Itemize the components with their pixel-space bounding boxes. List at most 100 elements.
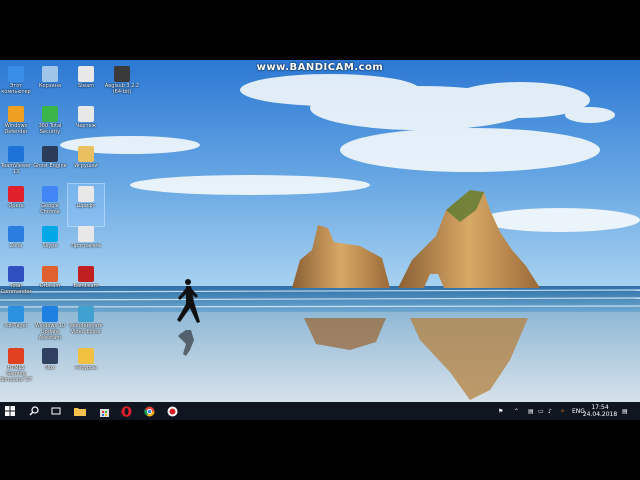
- desktop-icon[interactable]: Orbitum: [32, 264, 68, 306]
- store-taskbar[interactable]: [96, 403, 112, 419]
- windows-icon: [42, 306, 58, 322]
- opera-taskbar[interactable]: [118, 403, 134, 419]
- nox-icon: [42, 348, 58, 364]
- desktop-icon-label: Ghost Engine: [33, 163, 67, 169]
- search-button[interactable]: [26, 403, 42, 419]
- desktop-icon[interactable]: Этот компьютер: [0, 64, 34, 106]
- store-icon: [99, 408, 109, 417]
- zona-icon: [8, 226, 24, 242]
- desktop-icon[interactable]: Bandicam: [68, 264, 104, 306]
- file-icon: [78, 106, 94, 122]
- desktop-icon-label: Aegisub 3.2.2 (64-bit): [104, 83, 140, 95]
- taskbar: ⚑ ⌃ ▤ ▭ ♪ ✧ ENG 17:54 24.04.2018 ▤: [0, 402, 640, 420]
- opera-icon: [121, 405, 131, 417]
- desktop-icon-label: Этот компьютер: [1, 83, 31, 95]
- app-icon: [114, 66, 130, 82]
- desktop-icon[interactable]: TeamViewer 13: [0, 144, 34, 186]
- desktop-icon-label: 360 Total Security: [38, 123, 62, 135]
- desktop-icon[interactable]: Игрушки: [68, 144, 104, 186]
- desktop-icon[interactable]: Ghost Engine: [32, 144, 68, 186]
- skype-icon: [42, 226, 58, 242]
- desktop-screen: www.BANDICAM.com Этот компьютер Корзина St…: [0, 60, 640, 420]
- folder-icon: [74, 408, 86, 416]
- desktop-icon[interactable]: 360 Total Security: [32, 104, 68, 146]
- desktop-icon[interactable]: Wondershare Video Editor: [68, 304, 104, 346]
- desktop-icon-label: Windows 10 Update Assistant: [34, 323, 66, 341]
- engine-icon: [42, 146, 58, 162]
- desktop-icon[interactable]: HTML5 Gaming Simulator 97: [0, 346, 34, 388]
- desktop-icon-label: Корзина: [38, 83, 62, 89]
- bandicam-tray-icon[interactable]: ✧: [560, 404, 565, 418]
- people-icon[interactable]: ⚑: [498, 404, 503, 418]
- bandicam-icon: [78, 266, 94, 282]
- desktop-icon-label: Total Commander: [0, 283, 32, 295]
- desktop-icon-label: PotPlayer: [4, 323, 28, 329]
- desktop-icon-label: Bandicam: [73, 283, 99, 289]
- network-icon[interactable]: ▤: [528, 404, 534, 418]
- desktop-icon[interactable]: Nox: [32, 346, 68, 388]
- bandicam-icon: [167, 406, 177, 416]
- start-button[interactable]: [2, 403, 18, 419]
- desktop-icon-label: Orbitum: [39, 283, 61, 289]
- desktop-icon-label: Opera: [8, 203, 24, 209]
- task-view-icon: [51, 407, 61, 415]
- desktop-icon-label: Google Chrome: [40, 203, 60, 215]
- file-icon: [78, 186, 94, 202]
- desktop-icon[interactable]: Ресурсы: [68, 346, 104, 388]
- opera-icon: [8, 186, 24, 202]
- shield-icon: [8, 106, 24, 122]
- potplayer-icon: [8, 306, 24, 322]
- desktop-icon[interactable]: Windows Defender: [0, 104, 34, 146]
- chrome-taskbar[interactable]: [141, 403, 157, 419]
- desktop-icon[interactable]: PotPlayer: [0, 304, 34, 346]
- recycle-bin-icon: [42, 66, 58, 82]
- resources-icon: [78, 348, 94, 364]
- desktop-icon[interactable]: Windows 10 Update Assistant: [32, 304, 68, 346]
- desktop-icon-label: Steam: [77, 83, 95, 89]
- file-icon: [78, 226, 94, 242]
- security-icon: [42, 106, 58, 122]
- desktop-icon-label: Zona: [9, 243, 23, 249]
- desktop-icon[interactable]: Чертеж: [68, 104, 104, 146]
- desktop-icon[interactable]: Zona: [0, 224, 34, 266]
- chrome-icon: [143, 406, 154, 416]
- notifications-icon[interactable]: ▤: [622, 404, 628, 418]
- folder-icon: [78, 146, 94, 162]
- computer-icon: [8, 66, 24, 82]
- editor-icon: [78, 306, 94, 322]
- desktop-icon-label: Чертеж: [75, 123, 97, 129]
- floppy-icon: [8, 266, 24, 282]
- orbitum-icon: [42, 266, 58, 282]
- desktop-icon-label: TeamViewer 13: [0, 163, 32, 175]
- explorer-taskbar[interactable]: [72, 403, 88, 419]
- volume-icon[interactable]: ♪: [548, 404, 552, 418]
- windows-start-icon: [5, 406, 15, 416]
- desktop-icon[interactable]: Корзина: [32, 64, 68, 106]
- file-icon: [78, 66, 94, 82]
- desktop-icon-label: Skype: [42, 243, 58, 249]
- desktop-icon-label: Игрушки: [74, 163, 98, 169]
- desktop-icon-label: Wondershare Video Editor: [69, 323, 103, 335]
- battery-icon[interactable]: ▭: [538, 404, 544, 418]
- desktop-icon-label: Nox: [45, 365, 55, 371]
- bandicam-taskbar[interactable]: [164, 403, 180, 419]
- desktop-icon[interactable]: Шрифт: [67, 183, 105, 227]
- chrome-icon: [42, 186, 58, 202]
- desktop-icon[interactable]: Total Commander: [0, 264, 34, 306]
- desktop-icon-label: Ресурсы: [75, 365, 97, 371]
- desktop-icon[interactable]: Opera: [0, 184, 34, 226]
- teamviewer-icon: [8, 146, 24, 162]
- tray-chevron-icon[interactable]: ⌃: [514, 404, 519, 418]
- search-icon: [29, 406, 39, 416]
- html5-icon: [8, 348, 24, 364]
- desktop-icon[interactable]: Google Chrome: [32, 184, 68, 226]
- desktop-icon-label: Шрифт: [76, 203, 96, 209]
- task-view-button[interactable]: [48, 403, 64, 419]
- clock[interactable]: 17:54 24.04.2018: [583, 403, 617, 419]
- desktop-icon-label: HTML5 Gaming Simulator 97: [0, 365, 33, 383]
- desktop-icon[interactable]: Программа: [68, 224, 104, 266]
- clock-date: 24.04.2018: [582, 411, 618, 418]
- desktop-icon[interactable]: Skype: [32, 224, 68, 266]
- desktop-icon[interactable]: Aegisub 3.2.2 (64-bit): [104, 64, 140, 106]
- desktop-icon[interactable]: Steam: [68, 64, 104, 106]
